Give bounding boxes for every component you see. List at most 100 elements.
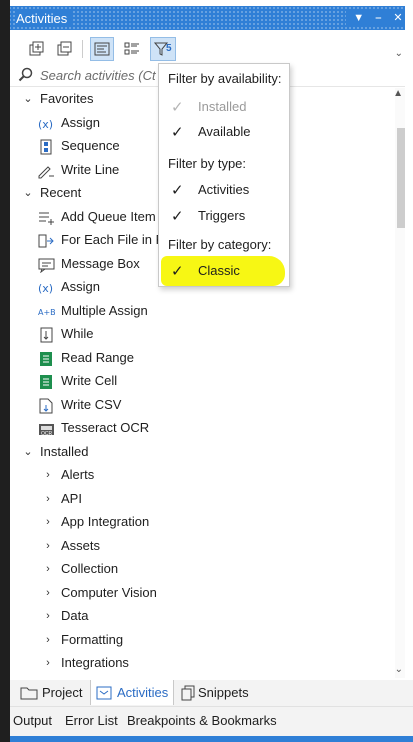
chevron-right-icon[interactable]: › <box>42 511 54 533</box>
activities-toolbar: 5 <box>10 34 405 64</box>
tree-category-computer-vision[interactable]: › Computer Vision <box>10 582 395 604</box>
vertical-scrollbar[interactable] <box>395 88 405 678</box>
chevron-right-icon[interactable]: › <box>42 629 54 651</box>
type-header: Filter by type: <box>168 156 247 171</box>
collapse-all-button[interactable] <box>52 37 76 61</box>
tree-item-label: Sequence <box>61 138 120 153</box>
dropdown-arrow-icon[interactable]: ▼ <box>352 12 366 24</box>
tab-activities-label: Activities <box>117 685 169 700</box>
pin-icon[interactable]: ⎯ <box>371 12 385 25</box>
status-bar <box>10 736 413 742</box>
tree-item-write-csv[interactable]: Write CSV <box>10 394 395 416</box>
scrollbar-thumb[interactable] <box>397 128 405 228</box>
tree-category-label: Integrations <box>61 655 129 670</box>
tree-category-api[interactable]: › API <box>10 488 395 510</box>
checkmark-icon: ✓ <box>171 182 184 199</box>
tree-item-label: Write CSV <box>61 396 122 412</box>
tree-item-multiple-assign[interactable]: A+B Multiple Assign <box>10 300 395 322</box>
chevron-right-icon[interactable]: › <box>42 464 54 486</box>
chevron-right-icon[interactable]: › <box>42 652 54 674</box>
tree-category-assets[interactable]: › Assets <box>10 535 395 557</box>
chevron-down-icon[interactable]: ⌄ <box>22 88 34 110</box>
collapse-all-icon <box>57 41 72 56</box>
chevron-right-icon[interactable]: › <box>42 558 54 580</box>
tree-item-label: Tesseract OCR <box>61 420 150 435</box>
multiple-assign-icon: A+B <box>38 308 55 317</box>
tab-snippets[interactable]: Snippets <box>176 680 256 705</box>
tree-item-write-cell[interactable]: Write Cell <box>10 370 395 392</box>
show-descriptions-button[interactable] <box>90 37 114 61</box>
while-loop-icon <box>40 327 53 343</box>
category-header: Filter by category: <box>168 237 272 252</box>
tree-category-alerts[interactable]: › Alerts <box>10 464 395 486</box>
filter-available-label: Available <box>198 124 251 139</box>
message-box-icon <box>38 258 55 273</box>
chevron-down-icon[interactable]: ⌄ <box>22 182 34 204</box>
close-icon[interactable]: ✕ <box>391 11 405 24</box>
tree-category-label: Alerts <box>61 467 95 482</box>
chevron-right-icon[interactable]: › <box>42 582 54 604</box>
tree-group-installed[interactable]: ⌄ Installed <box>10 441 395 463</box>
tab-activities[interactable]: Activities <box>90 680 174 705</box>
tree-category-app-integration[interactable]: › App Integration <box>10 511 395 533</box>
tree-category-integrations[interactable]: › Integrations <box>10 652 395 674</box>
chevron-right-icon[interactable]: › <box>42 488 54 510</box>
filter-classic[interactable]: ✓ Classic <box>159 259 289 283</box>
activities-icon <box>96 686 112 700</box>
checkmark-icon: ✓ <box>171 99 184 116</box>
ocr-icon: OCR <box>39 424 54 437</box>
filter-count: 5 <box>166 43 172 54</box>
tree-item-label: Add Queue Item <box>61 208 156 224</box>
search-input[interactable]: Search activities (Ct <box>40 68 156 83</box>
tree-category-label: Collection <box>61 561 119 576</box>
checkmark-icon: ✓ <box>171 208 184 225</box>
tree-item-read-range[interactable]: Read Range <box>10 347 395 369</box>
filter-installed[interactable]: ✓ Installed <box>159 95 289 119</box>
tree-category-label: Assets <box>61 537 101 553</box>
availability-header: Filter by availability: <box>168 71 282 86</box>
tree-category-collection[interactable]: › Collection <box>10 558 395 580</box>
tree-item-label: Read Range <box>61 349 134 365</box>
toolbar-overflow-icon[interactable]: ⌄ <box>395 48 403 59</box>
list-view-button[interactable] <box>120 37 144 61</box>
panel-title: Activities <box>16 11 74 26</box>
folder-icon <box>20 687 38 700</box>
descriptions-icon <box>94 42 110 56</box>
search-icon <box>18 67 33 82</box>
chevron-right-icon[interactable]: › <box>42 535 54 557</box>
variable-x-icon: (x) <box>38 118 53 131</box>
activities-panel: Activities ▼ ⎯ ✕ 5 Search activities (Ct <box>10 0 413 742</box>
filter-activities[interactable]: ✓ Activities <box>159 178 289 202</box>
tree-group-label: Favorites <box>40 91 94 106</box>
tree-category-data[interactable]: › Data <box>10 605 395 627</box>
chevron-down-icon[interactable]: ⌄ <box>22 441 34 463</box>
scroll-up-icon[interactable]: ▲ <box>393 88 403 99</box>
tree-item-tesseract-ocr[interactable]: OCR Tesseract OCR <box>10 417 395 439</box>
filter-classic-label: Classic <box>198 263 240 278</box>
tree-category-label: API <box>61 490 82 506</box>
scroll-down-icon[interactable]: ⌄ <box>395 664 403 675</box>
chevron-right-icon[interactable]: › <box>42 605 54 627</box>
window-frame <box>0 0 10 742</box>
filter-triggers[interactable]: ✓ Triggers <box>159 204 289 228</box>
write-line-icon <box>38 165 54 178</box>
tab-snippets-label: Snippets <box>198 685 249 700</box>
tab-project[interactable]: Project <box>18 680 90 705</box>
tab-breakpoints-bookmarks[interactable]: Breakpoints & Bookmarks <box>127 713 277 728</box>
filter-available[interactable]: ✓ Available <box>159 120 289 144</box>
tree-item-while[interactable]: While <box>10 323 395 345</box>
tree-category-label: App Integration <box>61 514 150 529</box>
toolbar-separator <box>82 40 83 58</box>
svg-text:(x): (x) <box>38 282 53 295</box>
tree-category-label: Data <box>61 608 89 623</box>
variable-x-icon: (x) <box>38 282 53 295</box>
tab-error-list[interactable]: Error List <box>65 713 118 728</box>
svg-text:OCR: OCR <box>41 431 53 437</box>
tree-category-formatting[interactable]: › Formatting <box>10 629 395 651</box>
tab-output[interactable]: Output <box>13 713 52 728</box>
filter-button[interactable]: 5 <box>150 37 176 61</box>
tab-project-label: Project <box>42 685 83 700</box>
snippets-icon <box>181 685 195 701</box>
bottom-tab-strip: Project Activities Snippets <box>10 680 413 706</box>
expand-all-button[interactable] <box>24 37 48 61</box>
